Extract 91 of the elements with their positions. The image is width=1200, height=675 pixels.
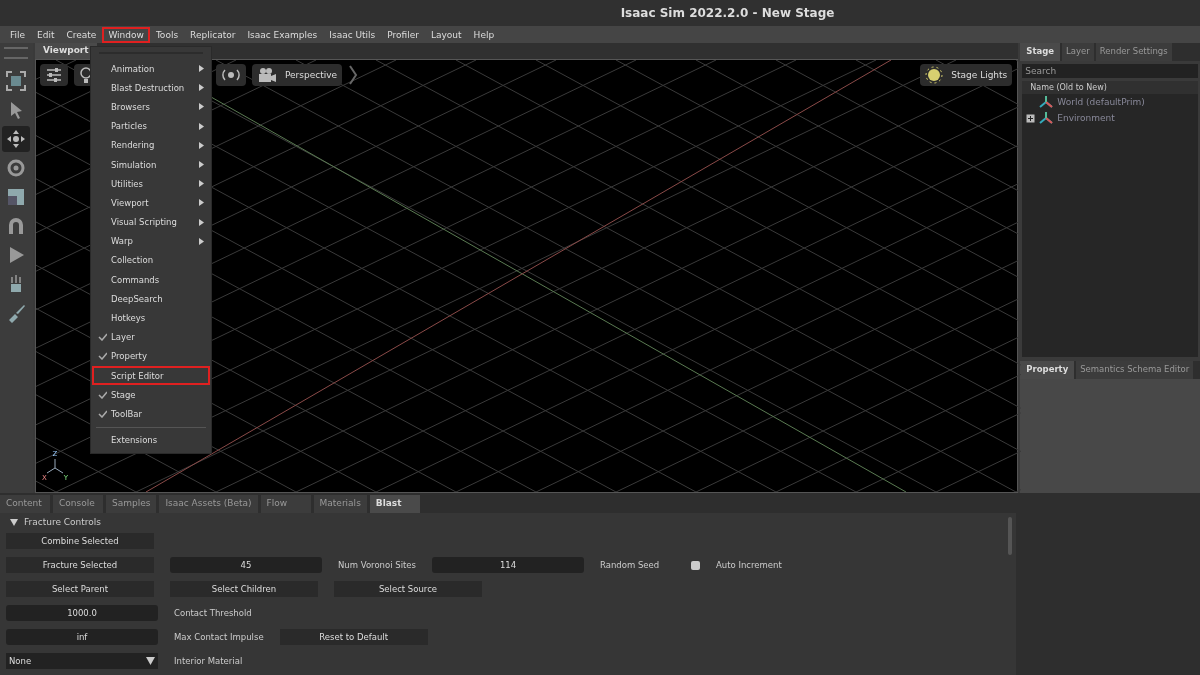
chevron-icon <box>348 65 359 85</box>
field-label: Interior Material <box>174 656 244 666</box>
menu-item[interactable]: Script Editor <box>92 366 210 386</box>
action-button[interactable]: Select Children <box>170 581 318 597</box>
panel-tab[interactable]: Flow <box>260 495 311 513</box>
menu-item[interactable]: Blast Destruction <box>92 78 210 98</box>
settings-button[interactable] <box>39 64 68 86</box>
action-button[interactable]: Reset to Default <box>279 629 428 645</box>
menu-item[interactable]: File <box>4 26 32 43</box>
panel-tab[interactable]: Blast <box>369 495 420 513</box>
action-button[interactable]: Fracture Selected <box>6 557 154 573</box>
menu-item[interactable]: Create <box>60 26 103 43</box>
caret-icon <box>146 657 155 665</box>
checkmark-icon <box>98 352 107 361</box>
panel-tab[interactable]: Render Settings <box>1095 43 1172 61</box>
search-field[interactable]: Search <box>1022 64 1198 78</box>
panel-tab[interactable]: Layer <box>1062 43 1094 61</box>
xform-icon <box>1039 95 1054 109</box>
panel-tab[interactable]: Materials <box>313 495 367 513</box>
tree-item[interactable]: Environment <box>1057 113 1115 123</box>
menu-item[interactable]: Warp <box>92 231 210 251</box>
checkmark-icon <box>98 333 107 342</box>
field-label: Auto Increment <box>716 560 783 570</box>
triangle-down-icon <box>10 518 18 526</box>
number-field[interactable]: 1000.0 <box>6 605 158 621</box>
cube-icon <box>5 70 28 92</box>
window-title: Isaac Sim 2022.2.0 - New Stage <box>620 6 835 21</box>
menu-item[interactable]: Hotkeys <box>92 308 210 328</box>
sun-icon <box>925 66 944 84</box>
menu-item[interactable]: ToolBar <box>92 404 210 424</box>
panel-tab[interactable]: Isaac Assets (Beta) <box>159 495 258 513</box>
broadcast-button[interactable] <box>215 64 246 86</box>
menu-item[interactable]: Browsers <box>92 97 210 117</box>
menu-item[interactable]: Profiler <box>381 26 425 43</box>
panel-tab[interactable]: Property <box>1020 361 1075 379</box>
number-field[interactable]: 45 <box>170 557 322 573</box>
xform-icon <box>1039 111 1054 125</box>
section-header[interactable]: Fracture Controls <box>6 515 1010 529</box>
panel-tab[interactable]: Semantics Schema Editor <box>1076 361 1194 379</box>
dropdown[interactable]: None <box>6 653 158 669</box>
menu-item[interactable]: Utilities <box>92 174 210 194</box>
camera-icon <box>256 67 277 83</box>
menu-item[interactable]: Window <box>102 26 150 43</box>
field-label: Num Voronoi Sites <box>338 560 416 570</box>
menu-item[interactable]: Stage <box>92 385 210 405</box>
field-label: Max Contact Impulse <box>174 632 264 642</box>
number-field[interactable]: 114 <box>432 557 584 573</box>
field-label: Contact Threshold <box>174 608 252 618</box>
menu-item[interactable]: Isaac Examples <box>241 26 324 43</box>
panel-tab[interactable]: Content <box>0 495 50 513</box>
checkmark-icon <box>98 390 107 399</box>
checkmark-icon <box>98 409 107 418</box>
menu-item[interactable]: Replicator <box>184 26 242 43</box>
menu-item[interactable]: Collection <box>92 250 210 271</box>
menu-item[interactable]: Extensions <box>92 430 210 450</box>
sliders-icon <box>44 67 63 83</box>
action-button[interactable]: Select Parent <box>6 581 154 597</box>
camera-button[interactable]: Perspective <box>251 64 343 86</box>
menu-item[interactable]: Layer <box>92 327 210 347</box>
axis-gizmo-icon <box>45 458 64 474</box>
menu-item[interactable]: Property <box>92 346 210 366</box>
menu-item[interactable]: Visual Scripting <box>92 212 210 232</box>
expand-icon[interactable] <box>1026 113 1036 123</box>
menu-item[interactable]: Help <box>467 26 501 43</box>
panel-tab[interactable]: Console <box>53 495 103 513</box>
field-label: Random Seed <box>600 560 661 570</box>
menu-item[interactable]: Tools <box>149 26 185 43</box>
menu-item[interactable]: DeepSearch <box>92 289 210 309</box>
menu-item[interactable]: Simulation <box>92 154 210 175</box>
action-button[interactable]: Combine Selected <box>6 533 154 549</box>
action-button[interactable]: Select Source <box>334 581 482 597</box>
number-field[interactable]: inf <box>6 629 158 645</box>
column-header[interactable]: Name (Old to New) <box>1022 81 1198 94</box>
menu-item[interactable]: Layout <box>425 26 468 43</box>
tool-button[interactable] <box>2 126 31 152</box>
menu-item[interactable]: Viewport <box>92 193 210 213</box>
menu-item[interactable]: Commands <box>92 270 210 290</box>
panel-tab[interactable]: Samples <box>106 495 157 513</box>
viewport-tab[interactable]: Viewport <box>34 43 97 59</box>
tree-item[interactable]: World (defaultPrim) <box>1057 97 1145 107</box>
lightbulb-icon <box>78 66 93 84</box>
menu-item[interactable]: Rendering <box>92 135 210 155</box>
menu-item[interactable]: Animation <box>92 59 210 79</box>
menu-item[interactable]: Edit <box>31 26 61 43</box>
grip-handle[interactable] <box>4 47 29 59</box>
panel-tab[interactable]: Stage <box>1020 43 1061 61</box>
stage-lights-button[interactable]: Stage Lights <box>920 64 1013 86</box>
menu-item[interactable]: Particles <box>92 116 210 136</box>
checkbox[interactable] <box>691 560 700 570</box>
menu-item[interactable]: Isaac Utils <box>323 26 382 43</box>
broadcast-icon <box>220 68 241 82</box>
